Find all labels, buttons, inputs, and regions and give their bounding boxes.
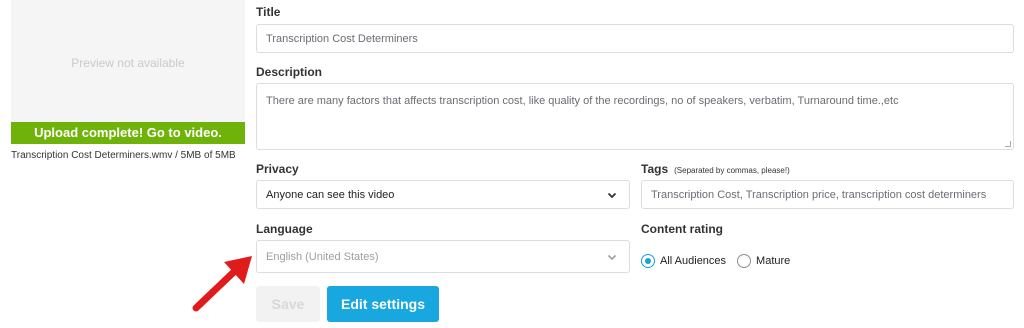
- title-label: Title: [256, 5, 281, 19]
- red-arrow-icon: [192, 256, 252, 312]
- content-rating-radio-group: All Audiences Mature: [641, 254, 801, 268]
- rating-option-label: All Audiences: [660, 255, 727, 267]
- language-value: English (United States): [266, 251, 379, 263]
- privacy-label: Privacy: [256, 162, 299, 176]
- description-textarea[interactable]: There are many factors that affects tran…: [256, 83, 1014, 150]
- chevron-down-icon: [607, 192, 617, 199]
- edit-settings-button[interactable]: Edit settings: [327, 286, 439, 322]
- tags-hint: (Separated by commas, please!): [674, 166, 790, 175]
- rating-option-mature[interactable]: Mature: [737, 254, 790, 268]
- save-button[interactable]: Save: [256, 286, 320, 322]
- tags-input[interactable]: Transcription Cost, Transcription price,…: [641, 180, 1014, 209]
- resize-handle[interactable]: [1005, 141, 1011, 147]
- chevron-down-icon: [607, 254, 617, 261]
- preview-placeholder-text: Preview not available: [71, 56, 185, 70]
- tags-label-text: Tags: [641, 162, 669, 176]
- description-text: There are many factors that affects tran…: [266, 95, 899, 107]
- language-label: Language: [256, 222, 313, 236]
- description-label: Description: [256, 65, 323, 79]
- upload-complete-link[interactable]: Upload complete! Go to video.: [11, 122, 245, 144]
- tags-label: Tags (Separated by commas, please!): [641, 162, 790, 176]
- radio-all-audiences[interactable]: [641, 254, 655, 268]
- privacy-value: Anyone can see this video: [266, 189, 395, 201]
- title-input[interactable]: Transcription Cost Determiners: [256, 24, 1014, 53]
- radio-mature[interactable]: [737, 254, 752, 268]
- language-select[interactable]: English (United States): [256, 240, 630, 273]
- privacy-select[interactable]: Anyone can see this video: [256, 180, 630, 209]
- content-rating-label: Content rating: [641, 222, 723, 236]
- rating-option-label: Mature: [756, 255, 791, 267]
- rating-option-all-audiences[interactable]: All Audiences: [641, 254, 726, 268]
- file-info: Transcription Cost Determiners.wmv / 5MB…: [11, 150, 236, 161]
- video-preview: Preview not available: [11, 0, 245, 122]
